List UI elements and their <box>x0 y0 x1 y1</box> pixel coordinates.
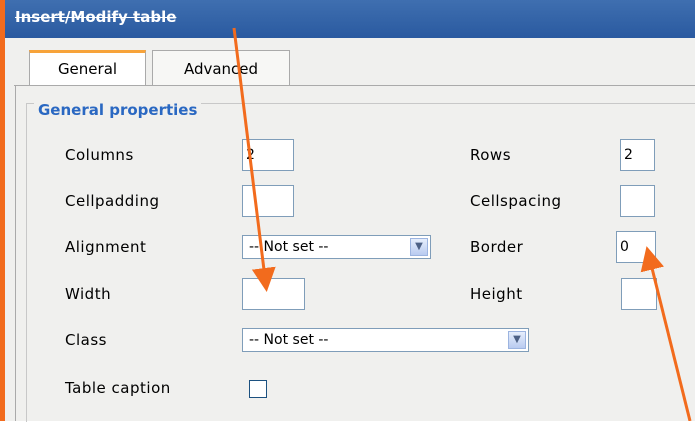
height-label: Height <box>470 285 523 303</box>
columns-label: Columns <box>65 146 134 164</box>
tab-advanced-label: Advanced <box>183 60 259 78</box>
table-caption-label: Table caption <box>65 379 171 397</box>
table-caption-checkbox[interactable] <box>249 380 267 398</box>
tab-general-label: General <box>57 60 118 78</box>
class-select-value: -- Not set -- <box>249 332 329 348</box>
columns-input[interactable]: 2 <box>242 139 294 171</box>
alignment-select[interactable]: -- Not set -- ▼ <box>242 235 431 259</box>
tab-general[interactable]: General <box>29 50 146 86</box>
width-label: Width <box>65 285 112 303</box>
alignment-select-value: -- Not set -- <box>249 239 329 255</box>
border-input[interactable]: 0 <box>616 231 656 263</box>
chevron-down-icon[interactable]: ▼ <box>410 238 428 256</box>
tab-advanced[interactable]: Advanced <box>152 50 290 86</box>
width-input[interactable] <box>242 278 305 310</box>
general-properties-legend: General properties <box>34 101 202 119</box>
border-label: Border <box>470 238 524 256</box>
alignment-label: Alignment <box>65 238 147 256</box>
dialog-title-bar[interactable]: Insert/Modify table <box>5 0 695 38</box>
chevron-down-icon[interactable]: ▼ <box>508 331 526 349</box>
rows-label: Rows <box>470 146 512 164</box>
class-select[interactable]: -- Not set -- ▼ <box>242 328 529 352</box>
dialog-title: Insert/Modify table <box>15 8 177 26</box>
class-label: Class <box>65 331 107 349</box>
cellspacing-input[interactable] <box>620 185 655 217</box>
height-input[interactable] <box>621 278 657 310</box>
cellspacing-label: Cellspacing <box>470 192 562 210</box>
rows-input[interactable]: 2 <box>620 139 655 171</box>
cellpadding-label: Cellpadding <box>65 192 160 210</box>
cellpadding-input[interactable] <box>242 185 294 217</box>
